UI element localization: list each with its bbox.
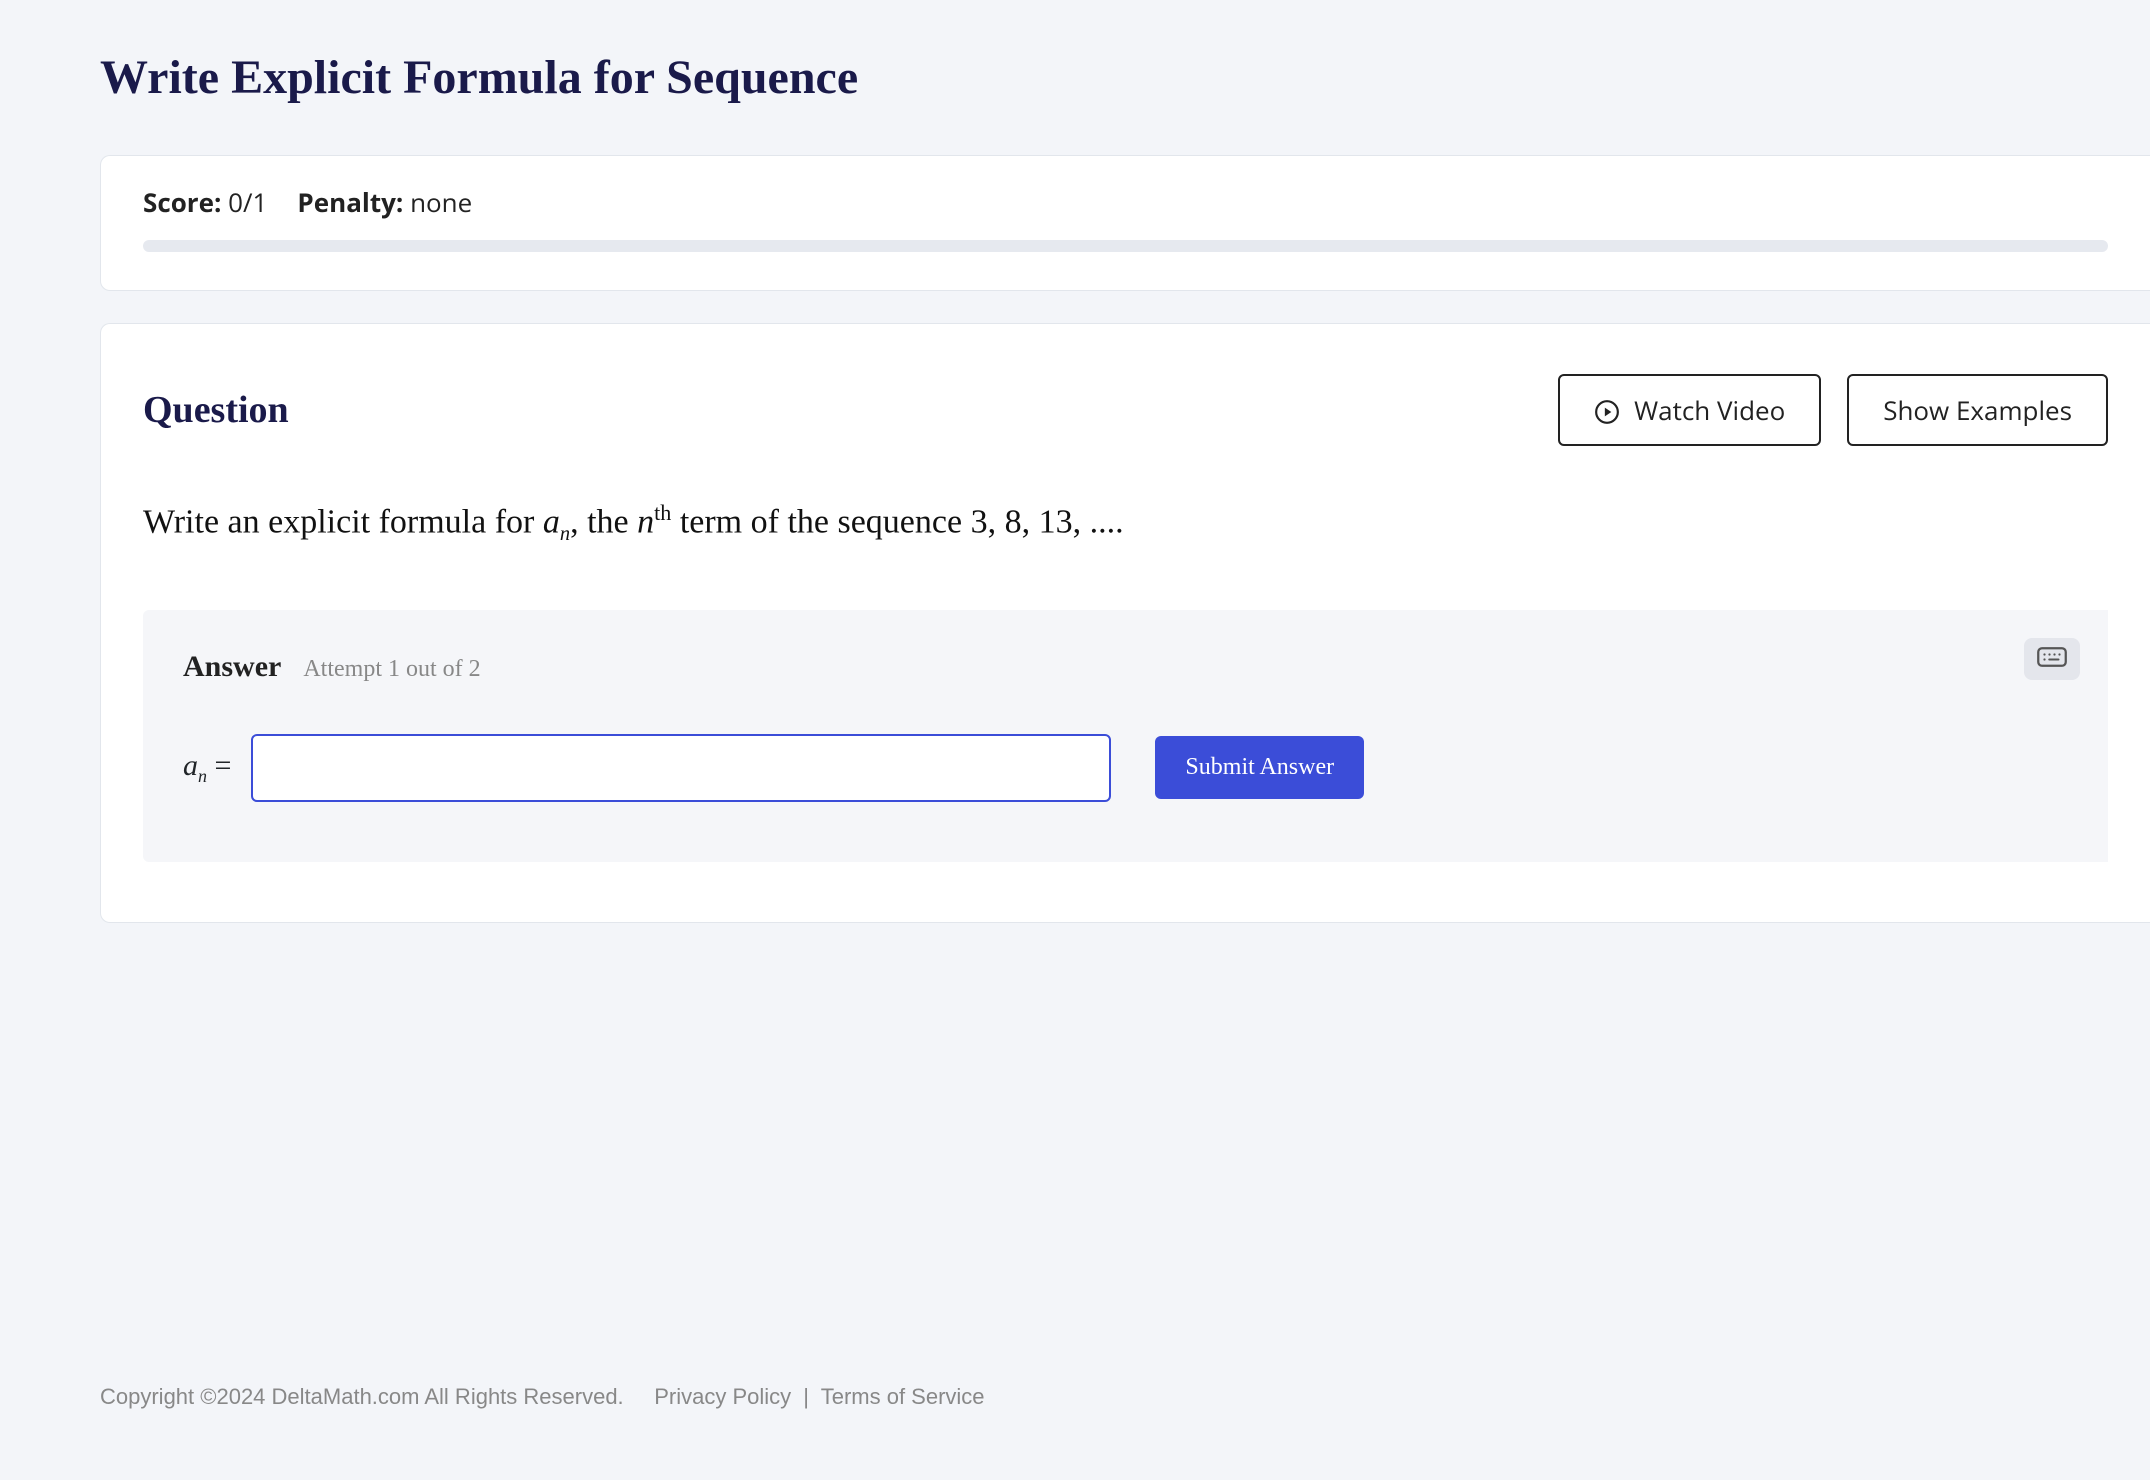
footer: Copyright ©2024 DeltaMath.com All Rights… <box>100 1384 985 1410</box>
question-card: Question Watch Video Show Examples Write… <box>100 323 2150 923</box>
terms-link[interactable]: Terms of Service <box>821 1384 985 1409</box>
keyboard-icon <box>2037 647 2067 670</box>
prompt-period: . <box>1115 503 1124 540</box>
answer-block: Answer Attempt 1 out of 2 <box>143 610 2108 862</box>
progress-bar <box>143 240 2108 252</box>
question-prompt: Write an explicit formula for an, the nt… <box>143 496 2108 550</box>
score-row: Score: 0/1 Penalty: none <box>143 184 2108 220</box>
math-sub-n-2: n <box>198 766 207 786</box>
answer-row: an = Submit Answer <box>183 734 2068 802</box>
show-examples-label: Show Examples <box>1883 392 2072 428</box>
score-value: 0/1 <box>228 184 267 220</box>
score-group: Score: 0/1 <box>143 184 267 220</box>
footer-separator: | <box>803 1384 809 1409</box>
prompt-tail: term of the sequence <box>671 503 970 540</box>
math-sup-th: th <box>654 500 671 525</box>
math-a-2: a <box>183 749 198 782</box>
score-label: Score: <box>143 184 221 220</box>
answer-header: Answer Attempt 1 out of 2 <box>183 650 2068 684</box>
watch-video-button[interactable]: Watch Video <box>1558 374 1821 446</box>
play-circle-icon <box>1594 397 1620 423</box>
penalty-group: Penalty: none <box>297 184 472 220</box>
show-examples-button[interactable]: Show Examples <box>1847 374 2108 446</box>
an-equals: an = <box>183 749 231 787</box>
penalty-value: none <box>410 184 472 220</box>
page: Write Explicit Formula for Sequence Scor… <box>0 0 2150 923</box>
question-heading: Question <box>143 388 289 432</box>
math-sub-n-1: n <box>560 523 570 545</box>
attempt-text: Attempt 1 out of 2 <box>303 656 480 683</box>
question-header: Question Watch Video Show Examples <box>143 374 2108 446</box>
prompt-mid: , the <box>570 503 637 540</box>
math-a: a <box>543 503 560 540</box>
formula-input[interactable] <box>251 734 1111 802</box>
submit-button[interactable]: Submit Answer <box>1155 736 1364 799</box>
keyboard-button[interactable] <box>2024 638 2080 680</box>
answer-label: Answer <box>183 650 281 684</box>
penalty-label: Penalty: <box>297 184 403 220</box>
prompt-lead: Write an explicit formula for <box>143 503 543 540</box>
copyright-text: Copyright ©2024 DeltaMath.com All Rights… <box>100 1384 624 1409</box>
page-title: Write Explicit Formula for Sequence <box>100 50 2150 105</box>
score-card: Score: 0/1 Penalty: none <box>100 155 2150 291</box>
watch-video-label: Watch Video <box>1634 392 1785 428</box>
sequence-text: 3, 8, 13, ... <box>971 503 1116 540</box>
math-n: n <box>637 503 654 540</box>
privacy-link[interactable]: Privacy Policy <box>654 1384 791 1409</box>
